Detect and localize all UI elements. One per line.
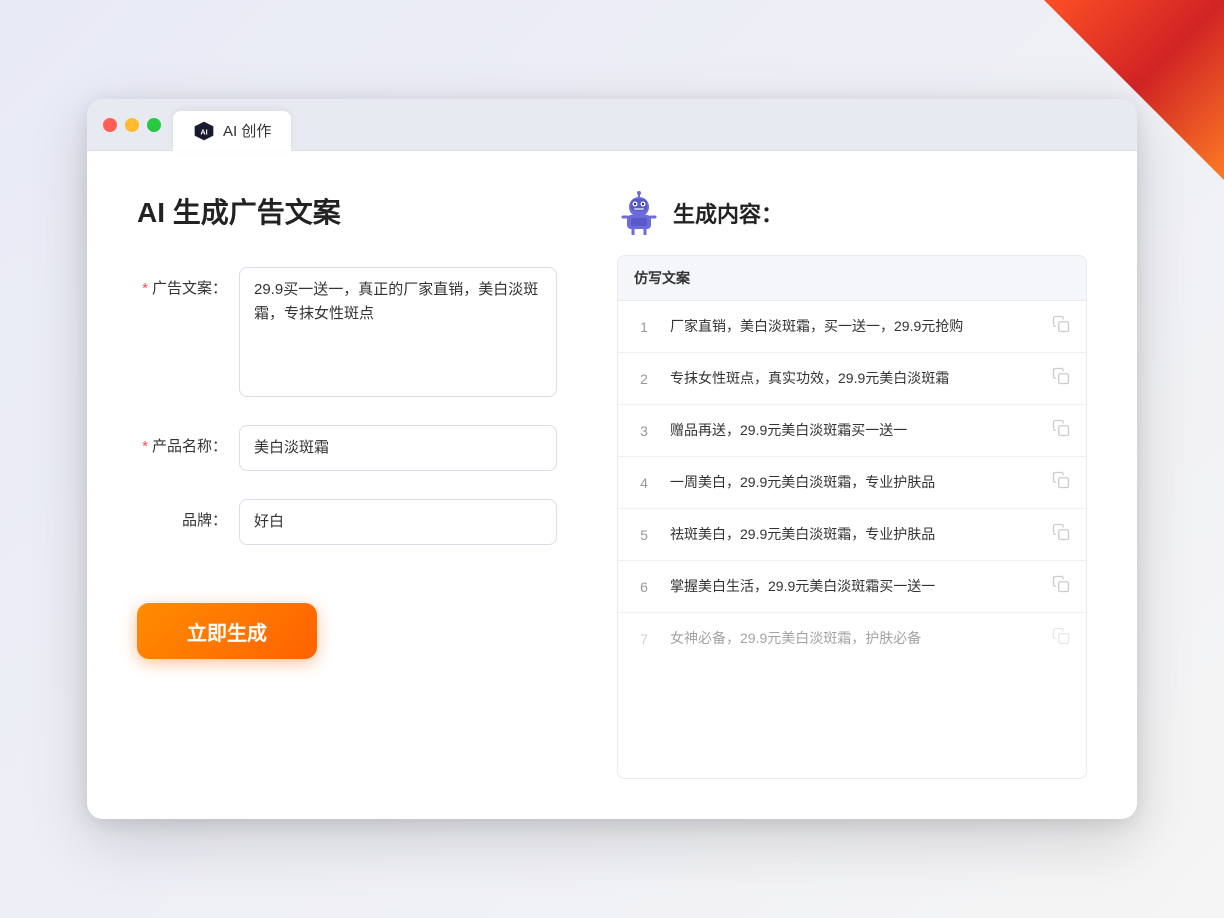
copy-icon[interactable] [1052,471,1070,494]
main-content: AI 生成广告文案 *广告文案： *产品名称： 品牌： 立 [87,151,1137,819]
result-row: 4 一周美白，29.9元美白淡斑霜，专业护肤品 [618,457,1086,509]
brand-label: 品牌： [137,499,227,530]
row-copy-text: 专抹女性斑点，真实功效，29.9元美白淡斑霜 [670,368,1036,389]
result-title: 生成内容： [673,197,783,229]
title-bar: AI AI 创作 [87,99,1137,151]
ad-copy-input[interactable] [239,267,557,397]
maximize-button[interactable] [147,118,161,132]
tab-title-text: AI 创作 [223,120,271,141]
result-row: 7 女神必备，29.9元美白淡斑霜，护肤必备 [618,613,1086,664]
result-header: 生成内容： [617,191,1087,235]
ai-tab-icon: AI [193,120,215,142]
table-column-header: 仿写文案 [618,256,1086,301]
right-panel: 生成内容： 仿写文案 1 厂家直销，美白淡斑霜，买一送一，29.9元抢购 2 专抹女性… [617,191,1087,779]
row-index: 6 [634,579,654,595]
product-name-input[interactable] [239,425,557,471]
svg-text:AI: AI [200,127,207,136]
row-copy-text: 祛斑美白，29.9元美白淡斑霜，专业护肤品 [670,524,1036,545]
row-copy-text: 赠品再送，29.9元美白淡斑霜买一送一 [670,420,1036,441]
row-index: 7 [634,631,654,647]
result-row: 6 掌握美白生活，29.9元美白淡斑霜买一送一 [618,561,1086,613]
row-index: 1 [634,319,654,335]
traffic-lights [103,118,161,132]
minimize-button[interactable] [125,118,139,132]
row-index: 4 [634,475,654,491]
product-name-group: *产品名称： [137,425,557,471]
result-row: 2 专抹女性斑点，真实功效，29.9元美白淡斑霜 [618,353,1086,405]
product-name-label: *产品名称： [137,425,227,456]
brand-input[interactable] [239,499,557,545]
row-index: 5 [634,527,654,543]
row-copy-text: 掌握美白生活，29.9元美白淡斑霜买一送一 [670,576,1036,597]
result-row: 1 厂家直销，美白淡斑霜，买一送一，29.9元抢购 [618,301,1086,353]
row-copy-text: 女神必备，29.9元美白淡斑霜，护肤必备 [670,628,1036,649]
ad-copy-required-star: * [142,280,148,297]
close-button[interactable] [103,118,117,132]
robot-icon [617,191,661,235]
ad-copy-label: *广告文案： [137,267,227,298]
row-index: 3 [634,423,654,439]
product-required-star: * [142,438,148,455]
result-row: 3 赠品再送，29.9元美白淡斑霜买一送一 [618,405,1086,457]
brand-group: 品牌： [137,499,557,545]
result-table: 仿写文案 1 厂家直销，美白淡斑霜，买一送一，29.9元抢购 2 专抹女性斑点，真实功… [617,255,1087,779]
copy-icon[interactable] [1052,523,1070,546]
copy-icon[interactable] [1052,627,1070,650]
result-row: 5 祛斑美白，29.9元美白淡斑霜，专业护肤品 [618,509,1086,561]
generate-button[interactable]: 立即生成 [137,603,317,659]
row-index: 2 [634,371,654,387]
ad-copy-group: *广告文案： [137,267,557,397]
copy-icon[interactable] [1052,315,1070,338]
result-scroll-container: 1 厂家直销，美白淡斑霜，买一送一，29.9元抢购 2 专抹女性斑点，真实功效，29.… [618,301,1086,664]
row-copy-text: 一周美白，29.9元美白淡斑霜，专业护肤品 [670,472,1036,493]
active-tab[interactable]: AI AI 创作 [173,111,291,151]
copy-icon[interactable] [1052,419,1070,442]
browser-window: AI AI 创作 AI 生成广告文案 *广告文案： *产品名称： [87,99,1137,819]
copy-icon[interactable] [1052,575,1070,598]
row-copy-text: 厂家直销，美白淡斑霜，买一送一，29.9元抢购 [670,316,1036,337]
copy-icon[interactable] [1052,367,1070,390]
page-title: AI 生成广告文案 [137,191,557,231]
left-panel: AI 生成广告文案 *广告文案： *产品名称： 品牌： 立 [137,191,557,779]
